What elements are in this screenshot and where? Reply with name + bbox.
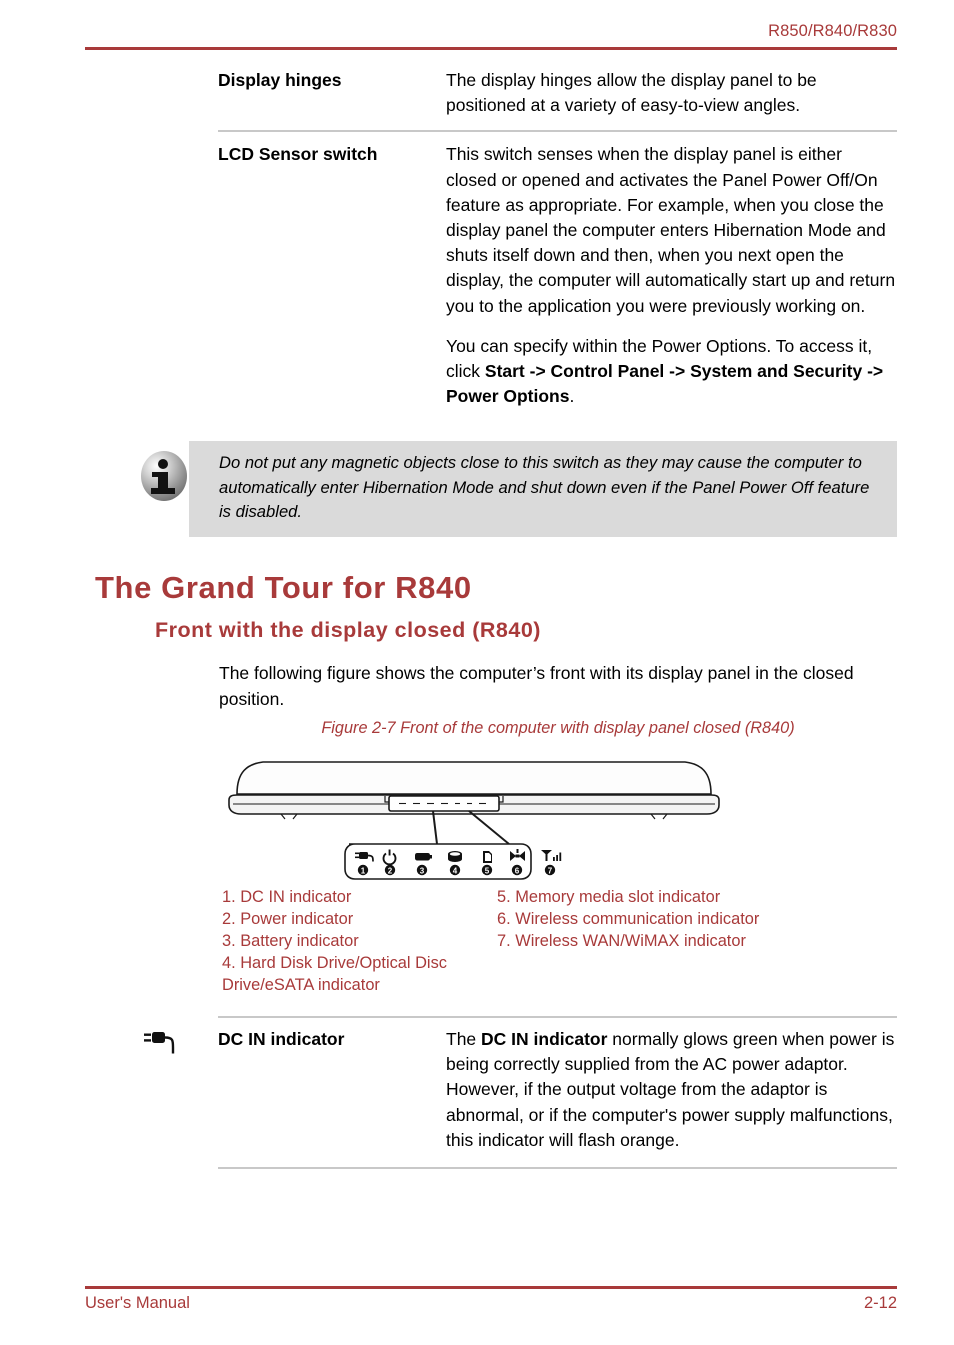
spec-description: The display hinges allow the display pan… <box>446 68 897 118</box>
figure-caption: Figure 2-7 Front of the computer with di… <box>321 719 795 737</box>
section-heading: The Grand Tour for R840 <box>95 570 472 605</box>
info-icon-dot <box>158 459 168 469</box>
footer-page-number: 2-12 <box>863 1294 897 1312</box>
svg-text:2: 2 <box>388 866 393 875</box>
memory-card-icon <box>483 851 492 863</box>
svg-text:6: 6 <box>515 866 520 875</box>
spec-row: Display hinges The display hinges allow t… <box>218 58 897 130</box>
svg-text:5: 5 <box>485 866 490 875</box>
subsection-heading: Front with the display closed (R840) <box>155 618 541 642</box>
spec-row: LCD Sensor switch This switch senses when… <box>218 130 897 421</box>
legend-item: 1. DC IN indicator <box>222 888 352 906</box>
svg-text:4: 4 <box>453 866 458 875</box>
footer-left-label: User's Manual <box>85 1294 190 1312</box>
figure-legend: 1. DC IN indicator 2. Power indicator 3. B… <box>222 886 842 996</box>
legend-item: 2. Power indicator <box>222 910 354 928</box>
spec-description: This switch senses when the display pane… <box>446 142 897 409</box>
body-text: The <box>446 1029 482 1049</box>
laptop-front-svg: 1 2 3 4 5 6 7 <box>228 761 720 880</box>
info-icon <box>137 449 187 505</box>
note-text: Do not put any magnetic objects close to… <box>219 453 870 521</box>
indicator-number-7: 7 <box>544 864 556 875</box>
body-text: This switch senses when the display pane… <box>446 144 896 316</box>
spec-term: Display hinges <box>218 70 342 90</box>
intro-paragraph: The following figure shows the computer’… <box>219 663 854 709</box>
page-footer: User's Manual 2-12 <box>85 1294 897 1313</box>
legend-column-right: 5. Memory media slot indicator 6. Wireles… <box>497 886 842 996</box>
hard-disk-icon <box>448 851 462 862</box>
spec-paragraph: The display hinges allow the display pan… <box>446 68 897 118</box>
ac-plug-icon <box>140 1026 186 1060</box>
bottom-spec-description: The DC IN indicator normally glows green… <box>446 1027 897 1153</box>
spec-table: Display hinges The display hinges allow t… <box>218 58 897 421</box>
svg-text:1: 1 <box>361 866 366 875</box>
spec-paragraph: This switch senses when the display pane… <box>446 142 897 318</box>
laptop-front-illustration: 1 2 3 4 5 6 7 <box>219 752 729 880</box>
legend-item: 7. Wireless WAN/WiMAX indicator <box>497 932 746 950</box>
info-icon-base <box>151 488 175 494</box>
emphasis-text: Start -> Control Panel -> System and Sec… <box>446 361 884 407</box>
bottom-spec-term: DC IN indicator <box>218 1029 345 1049</box>
body-text: . <box>569 386 575 407</box>
page-header: R850/R840/R830 <box>85 22 897 50</box>
legend-item: 6. Wireless communication indicator <box>497 910 760 928</box>
battery-icon <box>415 853 432 861</box>
emphasis-text: DC IN indicator <box>481 1029 608 1049</box>
document-page: R850/R840/R830 Display hinges The display… <box>0 0 954 1345</box>
spec-paragraph: You can specify within the Power Options… <box>446 334 897 410</box>
spec-term: LCD Sensor switch <box>218 144 378 165</box>
header-model-line: R850/R840/R830 <box>768 22 897 40</box>
svg-text:7: 7 <box>548 866 553 875</box>
svg-text:3: 3 <box>420 866 425 875</box>
body-text: The display hinges allow the display pan… <box>446 70 817 116</box>
legend-item: 4. Hard Disk Drive/Optical Disc Drive/eS… <box>222 954 447 994</box>
legend-item: 3. Battery indicator <box>222 932 359 950</box>
bottom-spec-row: DC IN indicator The DC IN indicator norm… <box>218 1016 897 1170</box>
legend-item: 5. Memory media slot indicator <box>497 888 721 906</box>
signal-bars-icon <box>541 850 562 861</box>
header-rule <box>85 47 897 50</box>
legend-column-left: 1. DC IN indicator 2. Power indicator 3. B… <box>222 886 497 996</box>
footer-rule <box>85 1286 897 1289</box>
note-box: Do not put any magnetic objects close to… <box>189 441 897 537</box>
ac-plug-svg <box>144 1032 175 1054</box>
